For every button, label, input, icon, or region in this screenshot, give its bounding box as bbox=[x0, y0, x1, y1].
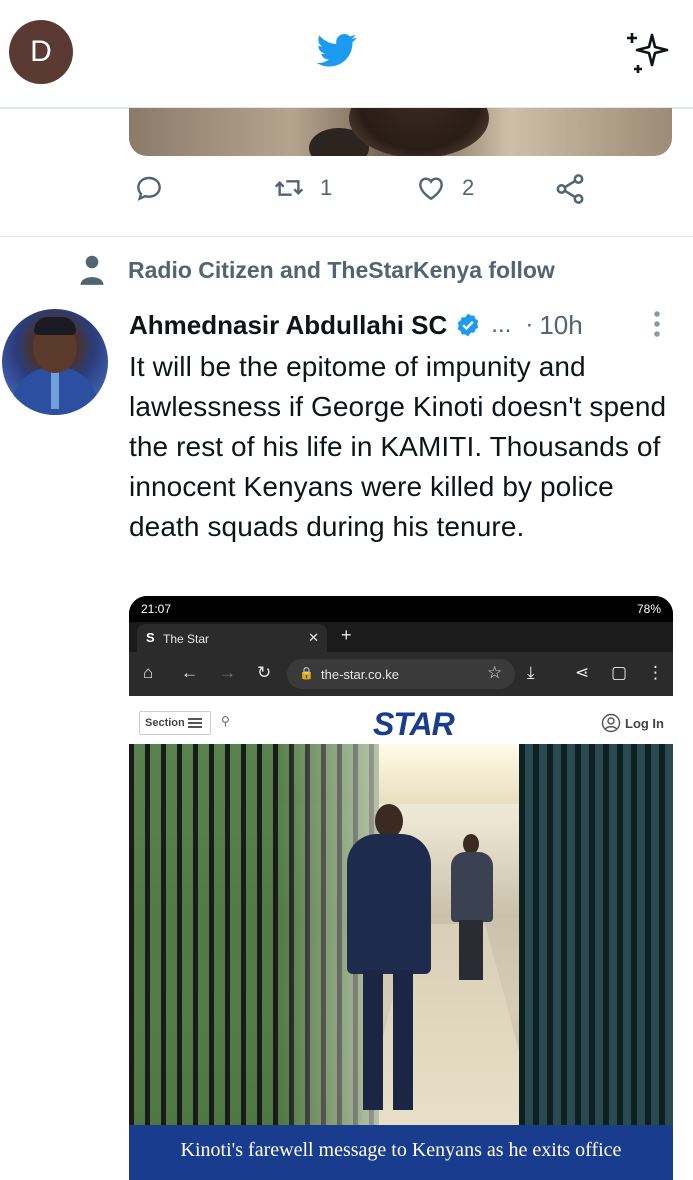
more-options-icon[interactable] bbox=[652, 310, 662, 343]
page-url: the-star.co.ke bbox=[321, 667, 400, 682]
battery-level: 78% bbox=[636, 602, 661, 616]
browser-tab: S The Star ✕ bbox=[137, 624, 327, 652]
reply-icon bbox=[137, 176, 161, 201]
download-icon: ⤓ bbox=[527, 663, 535, 682]
tab-title: The Star bbox=[163, 632, 210, 646]
like-button[interactable]: 2 bbox=[414, 172, 474, 204]
profile-avatar[interactable]: D bbox=[9, 20, 73, 84]
tweet-time[interactable]: 10h bbox=[539, 310, 582, 341]
person-icon bbox=[80, 255, 104, 285]
bookmark-star-icon: ☆ bbox=[487, 663, 503, 682]
tweet-divider bbox=[0, 236, 693, 237]
browser-share-icon: ⋖ bbox=[575, 663, 590, 682]
site-search-icon: ⚲ bbox=[221, 714, 230, 728]
user-circle-icon bbox=[601, 713, 621, 733]
sparkle-icon[interactable] bbox=[622, 27, 672, 82]
home-icon: ⌂ bbox=[143, 663, 154, 682]
like-count: 2 bbox=[462, 175, 475, 200]
lock-icon: 🔒 bbox=[299, 666, 314, 680]
tweet-text: It will be the epitome of impunity and l… bbox=[129, 351, 667, 542]
author-name[interactable]: Ahmednasir Abdullahi SC bbox=[129, 310, 447, 341]
omnibox: 🔒 the-star.co.ke bbox=[287, 659, 515, 689]
profile-initial: D bbox=[30, 35, 52, 68]
browser-menu-icon: ⋮ bbox=[647, 663, 664, 682]
previous-tweet-image[interactable] bbox=[129, 108, 672, 156]
site-login: Log In bbox=[601, 713, 664, 733]
retweet-icon bbox=[274, 180, 304, 196]
retweet-count: 1 bbox=[320, 175, 333, 200]
reload-icon: ↻ bbox=[257, 663, 272, 682]
article-headline: Kinoti's farewell message to Kenyans as … bbox=[129, 1125, 673, 1180]
retweet-button[interactable]: 1 bbox=[272, 172, 332, 204]
share-button[interactable] bbox=[553, 172, 587, 206]
back-icon: ← bbox=[181, 663, 198, 682]
section-menu: Section bbox=[139, 711, 211, 735]
login-label: Log In bbox=[625, 715, 664, 731]
hamburger-icon bbox=[188, 718, 202, 720]
tab-count-icon: ▢ bbox=[611, 663, 628, 682]
forward-icon: → bbox=[219, 663, 236, 682]
top-bar: D bbox=[0, 0, 693, 109]
twitter-bird-icon[interactable] bbox=[314, 30, 360, 75]
tab-close-icon: ✕ bbox=[308, 630, 319, 645]
status-time: 21:07 bbox=[141, 602, 172, 616]
tweet-media-image[interactable]: 21:07 78% S The Star ✕ + ⌂ ← → ↻ 🔒 the-s… bbox=[129, 596, 673, 1180]
social-context[interactable]: Radio Citizen and TheStarKenya follow bbox=[78, 254, 555, 286]
share-icon bbox=[556, 174, 584, 204]
site-logo: STAR bbox=[373, 706, 455, 742]
author-avatar[interactable] bbox=[2, 309, 108, 415]
site-header: Section ⚲ STAR Log In bbox=[129, 696, 673, 745]
verified-badge-icon bbox=[458, 313, 479, 337]
new-tab-icon: + bbox=[341, 625, 352, 645]
section-label: Section bbox=[145, 717, 185, 729]
browser-tab-bar: S The Star ✕ + bbox=[129, 622, 673, 652]
social-context-text: Radio Citizen and TheStarKenya follow bbox=[128, 256, 555, 283]
separator-dot: · bbox=[525, 311, 534, 338]
phone-status-bar: 21:07 78% bbox=[129, 596, 673, 622]
tab-favicon: S bbox=[146, 630, 155, 645]
tweet-header: Ahmednasir Abdullahi SC ... · 10h bbox=[129, 307, 679, 343]
previous-tweet-actions: 1 2 bbox=[129, 172, 599, 220]
reply-button[interactable] bbox=[133, 172, 165, 204]
article-photo bbox=[129, 744, 673, 1125]
browser-url-bar: ⌂ ← → ↻ 🔒 the-star.co.ke ☆ ⤓ ⋖ ▢ ⋮ bbox=[129, 652, 673, 696]
author-handle[interactable]: ... bbox=[491, 311, 511, 339]
heart-icon bbox=[419, 177, 443, 201]
